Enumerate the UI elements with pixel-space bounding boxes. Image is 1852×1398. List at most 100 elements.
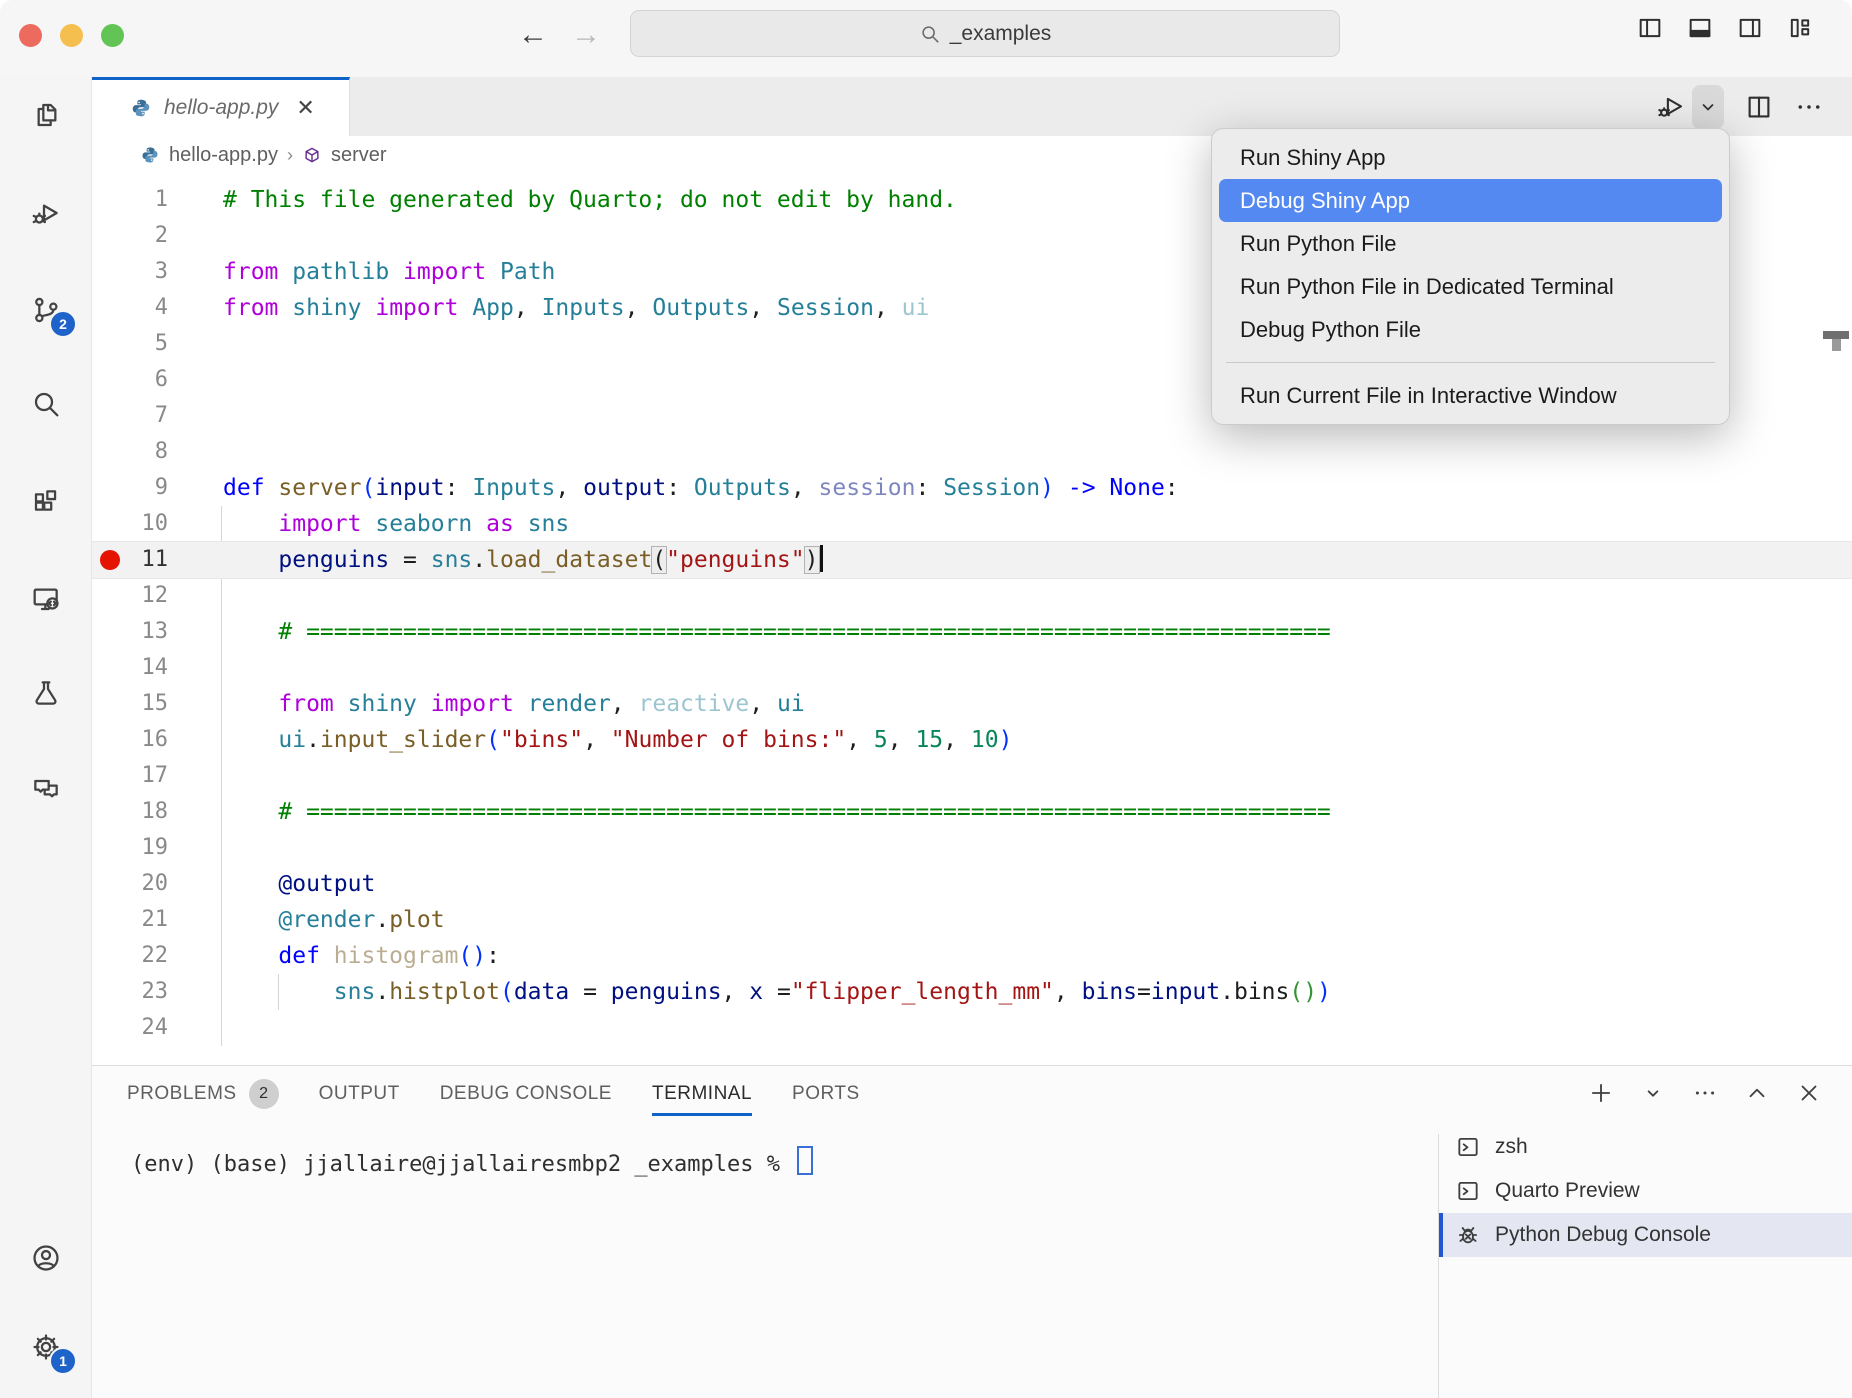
launch-profile-chevron-icon[interactable] [1640, 1080, 1666, 1106]
run-dropdown-button[interactable] [1692, 85, 1724, 129]
code-line-10[interactable]: 10 import seaborn as sns [92, 506, 1852, 542]
code-line-21[interactable]: 21 @render.plot [92, 902, 1852, 938]
line-number: 1 [92, 182, 168, 218]
close-panel-icon[interactable] [1796, 1080, 1822, 1106]
terminal-output[interactable]: (env) (base) jjallaire@jjallairesmbp2 _e… [131, 1146, 813, 1174]
more-actions-icon[interactable] [1692, 1080, 1718, 1106]
panel-tab-debug-console[interactable]: DEBUG CONSOLE [440, 1066, 612, 1122]
close-window-button[interactable] [19, 24, 42, 47]
activity-remote-explorer[interactable] [0, 569, 91, 629]
code-line-17[interactable]: 17 [92, 758, 1852, 794]
terminal-row-python-debug-console[interactable]: Python Debug Console [1439, 1213, 1852, 1257]
vscode-window: ← → _examples 2 1 hello-app.py ✕ hello-ap… [0, 0, 1852, 1398]
terminal-list: zsh Quarto PreviewPython Debug Console [1439, 1125, 1852, 1257]
terminal-row-zsh[interactable]: zsh [1439, 1125, 1852, 1169]
activity-settings-gear[interactable]: 1 [0, 1317, 91, 1377]
panel-tab-output[interactable]: OUTPUT [319, 1066, 400, 1122]
line-number: 3 [92, 254, 168, 290]
menu-item-run-shiny-app[interactable]: Run Shiny App [1212, 136, 1729, 179]
customize-layout-icon[interactable] [1786, 14, 1814, 42]
activity-explorer[interactable] [0, 85, 91, 145]
line-number: 17 [92, 758, 168, 794]
toggle-sidebar-icon[interactable] [1636, 14, 1664, 42]
code-line-8[interactable]: 8 [92, 434, 1852, 470]
code-text: sns.histplot(data = penguins, x ="flippe… [223, 974, 1331, 1010]
line-number: 15 [92, 686, 168, 722]
tab-hello-app[interactable]: hello-app.py ✕ [92, 77, 350, 136]
zoom-window-button[interactable] [101, 24, 124, 47]
code-line-18[interactable]: 18 # ===================================… [92, 794, 1852, 830]
panel-tab-problems[interactable]: PROBLEMS2 [127, 1066, 279, 1122]
breadcrumb-symbol[interactable]: server [331, 144, 387, 167]
command-center-search[interactable]: _examples [630, 10, 1340, 57]
line-number: 4 [92, 290, 168, 326]
debug-run-icon[interactable] [1656, 92, 1686, 122]
more-actions-icon[interactable] [1794, 92, 1824, 122]
line-number: 19 [92, 830, 168, 866]
menu-item-run-python-file[interactable]: Run Python File [1212, 222, 1729, 265]
problems-count-badge: 2 [249, 1079, 279, 1109]
terminal-row-label: zsh [1495, 1135, 1528, 1159]
line-number: 22 [92, 938, 168, 974]
line-number: 13 [92, 614, 168, 650]
menu-separator [1226, 362, 1715, 363]
code-line-14[interactable]: 14 [92, 650, 1852, 686]
activity-run-debug[interactable] [0, 183, 91, 243]
search-text: _examples [950, 22, 1052, 46]
close-tab-icon[interactable]: ✕ [296, 95, 314, 121]
code-line-13[interactable]: 13 # ===================================… [92, 614, 1852, 650]
terminal-cursor [797, 1146, 813, 1175]
menu-item-run-current-file-in-interactive-window[interactable]: Run Current File in Interactive Window [1212, 374, 1729, 417]
line-number: 12 [92, 578, 168, 614]
navigate-back-button[interactable]: ← [516, 18, 550, 52]
code-line-12[interactable]: 12 [92, 578, 1852, 614]
code-line-22[interactable]: 22 def histogram(): [92, 938, 1852, 974]
code-line-9[interactable]: 9def server(input: Inputs, output: Outpu… [92, 470, 1852, 506]
python-file-icon [140, 145, 160, 165]
bottom-panel: PROBLEMS2 OUTPUT DEBUG CONSOLE TERMINAL PORT… [92, 1065, 1852, 1398]
code-text: from shiny import render, reactive, ui [223, 686, 805, 722]
breadcrumb-separator: › [287, 145, 293, 166]
code-text: @output [223, 866, 375, 902]
line-number: 11 [92, 542, 168, 578]
activity-account[interactable] [0, 1228, 91, 1288]
explorer-icon [30, 99, 62, 131]
minimize-window-button[interactable] [60, 24, 83, 47]
toggle-secondary-sidebar-icon[interactable] [1736, 14, 1764, 42]
split-editor-icon[interactable] [1744, 92, 1774, 122]
remote-explorer-icon [30, 583, 62, 615]
menu-item-run-python-file-in-dedicated-terminal[interactable]: Run Python File in Dedicated Terminal [1212, 265, 1729, 308]
panel-tab-label: TERMINAL [652, 1083, 752, 1105]
activity-search[interactable] [0, 374, 91, 434]
code-line-23[interactable]: 23 sns.histplot(data = penguins, x ="fli… [92, 974, 1852, 1010]
activity-extensions[interactable] [0, 472, 91, 532]
extensions-icon [30, 486, 62, 518]
panel-tab-ports[interactable]: PORTS [792, 1066, 860, 1122]
activity-testing[interactable] [0, 663, 91, 723]
code-text: def server(input: Inputs, output: Output… [223, 470, 1179, 506]
line-number: 14 [92, 650, 168, 686]
activity-source-control[interactable]: 2 [0, 280, 91, 340]
code-text: penguins = sns.load_dataset("penguins") [223, 542, 823, 578]
breadcrumb-file[interactable]: hello-app.py [169, 144, 278, 167]
code-text: # ======================================… [223, 794, 1331, 830]
maximize-panel-icon[interactable] [1744, 1080, 1770, 1106]
navigate-forward-button[interactable]: → [569, 18, 603, 52]
terminal-row-quarto-preview[interactable]: Quarto Preview [1439, 1169, 1852, 1213]
code-line-15[interactable]: 15 from shiny import render, reactive, u… [92, 686, 1852, 722]
code-line-19[interactable]: 19 [92, 830, 1852, 866]
code-line-20[interactable]: 20 @output [92, 866, 1852, 902]
code-line-11[interactable]: 11 penguins = sns.load_dataset("penguins… [92, 542, 1852, 578]
activity-chat[interactable] [0, 759, 91, 819]
activity-badge: 2 [49, 310, 77, 338]
code-line-16[interactable]: 16 ui.input_slider("bins", "Number of bi… [92, 722, 1852, 758]
menu-item-debug-shiny-app[interactable]: Debug Shiny App [1219, 179, 1722, 222]
new-terminal-icon[interactable] [1588, 1080, 1614, 1106]
line-number: 10 [92, 506, 168, 542]
panel-tab-label: OUTPUT [319, 1083, 400, 1105]
toggle-panel-icon[interactable] [1686, 14, 1714, 42]
code-line-24[interactable]: 24 [92, 1010, 1852, 1046]
panel-tab-terminal[interactable]: TERMINAL [652, 1066, 752, 1122]
menu-item-debug-python-file[interactable]: Debug Python File [1212, 308, 1729, 351]
code-text: ui.input_slider("bins", "Number of bins:… [223, 722, 1012, 758]
